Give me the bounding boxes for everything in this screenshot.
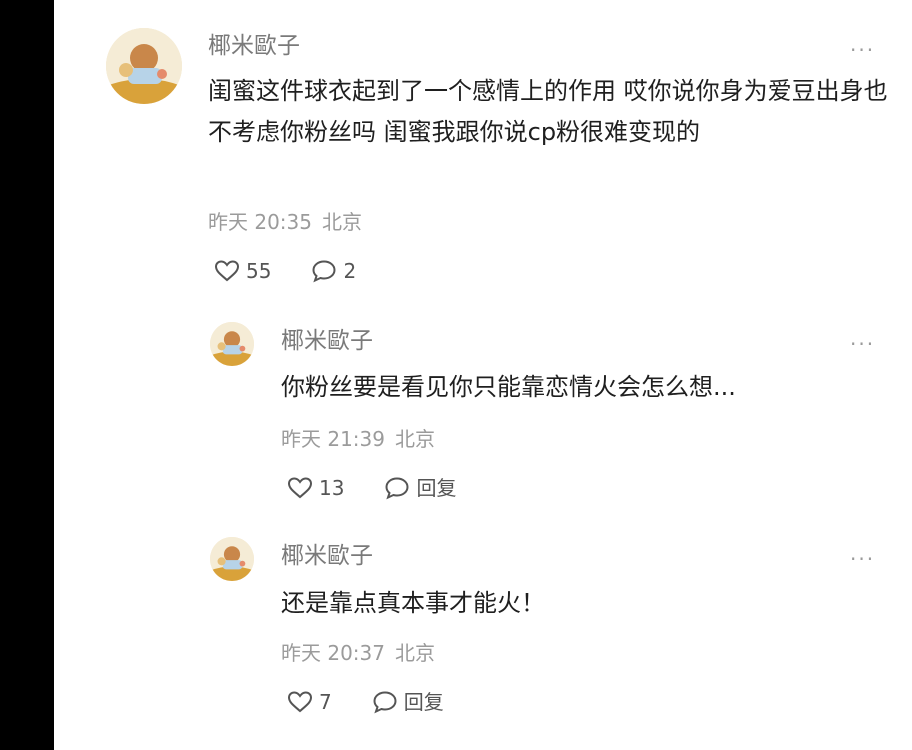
username[interactable]: 椰米歐子 [208, 31, 300, 61]
timestamp: 昨天 21:39 [281, 427, 385, 451]
reply-label: 回复 [403, 690, 444, 714]
like-button[interactable]: 55 [214, 258, 271, 284]
more-options-icon[interactable]: ··· [850, 40, 875, 60]
comment-text: 还是靠点真本事才能火！ [281, 589, 545, 617]
avatar-image [210, 322, 254, 366]
reply-button[interactable]: 回复 [384, 475, 456, 501]
comment-meta: 昨天 20:35 北京 [208, 209, 362, 235]
like-button[interactable]: 7 [287, 689, 332, 715]
avatar-image [106, 28, 182, 104]
comment-meta: 昨天 20:37 北京 [281, 640, 435, 666]
speech-bubble-icon [385, 477, 409, 500]
location: 北京 [322, 210, 362, 234]
like-count: 55 [246, 259, 272, 283]
reply-button[interactable]: 回复 [372, 689, 444, 715]
speech-bubble-icon [373, 691, 397, 714]
username[interactable]: 椰米歐子 [281, 541, 373, 571]
speech-bubble-icon [312, 260, 336, 283]
like-count: 7 [319, 690, 332, 714]
reply-count: 2 [343, 259, 357, 283]
avatar[interactable] [210, 322, 254, 366]
reply-label: 回复 [416, 476, 457, 500]
comment-actions: 7 回复 [287, 689, 484, 715]
comment-thread: 椰米歐子 ··· 闺蜜这件球衣起到了一个感情上的作用 哎你说你身为爱豆出身也不考… [54, 0, 912, 750]
like-button[interactable]: 13 [287, 475, 344, 501]
comment-meta: 昨天 21:39 北京 [281, 426, 435, 452]
username[interactable]: 椰米歐子 [281, 326, 373, 356]
avatar-image [210, 537, 254, 581]
location: 北京 [395, 427, 435, 451]
timestamp: 昨天 20:35 [208, 210, 312, 234]
location: 北京 [395, 641, 435, 665]
more-options-icon[interactable]: ··· [850, 334, 875, 354]
reply-count-button[interactable]: 2 [311, 258, 356, 284]
like-count: 13 [319, 476, 345, 500]
comment-actions: 13 回复 [287, 475, 496, 501]
avatar[interactable] [106, 28, 182, 104]
heart-outline-icon [214, 260, 240, 282]
heart-outline-icon [287, 477, 313, 499]
comment-text: 你粉丝要是看见你只能靠恋情火会怎么想... [281, 373, 736, 401]
more-options-icon[interactable]: ··· [850, 549, 875, 569]
heart-outline-icon [287, 691, 313, 713]
comment-actions: 55 2 [214, 258, 396, 284]
comment-text: 闺蜜这件球衣起到了一个感情上的作用 哎你说你身为爱豆出身也不考虑你粉丝吗 闺蜜我… [208, 77, 888, 146]
avatar[interactable] [210, 537, 254, 581]
timestamp: 昨天 20:37 [281, 641, 385, 665]
